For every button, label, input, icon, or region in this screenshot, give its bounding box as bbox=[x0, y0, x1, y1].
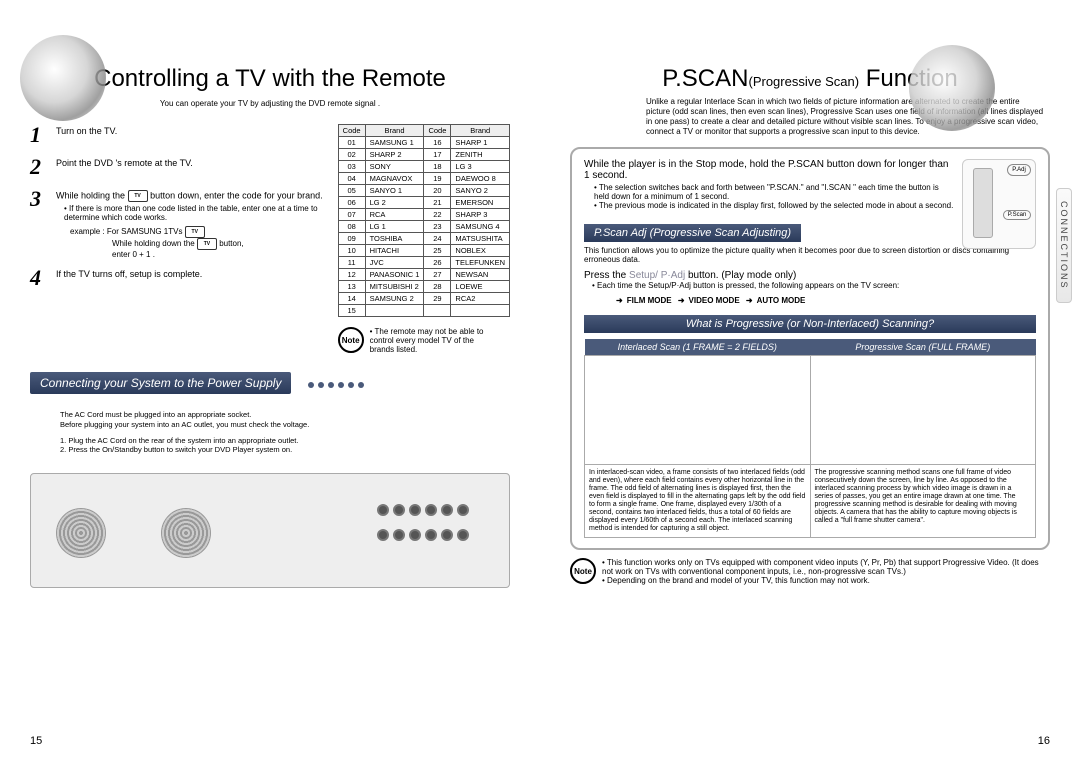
step-text: Turn on the TV. bbox=[56, 122, 326, 148]
power-step-1: 1. Plug the AC Cord on the rear of the s… bbox=[60, 436, 480, 446]
step-number: 1 bbox=[30, 122, 48, 148]
step-text: If the TV turns off, setup is complete. bbox=[56, 265, 326, 291]
step-text: Point the DVD 's remote at the TV. bbox=[56, 154, 326, 180]
interlaced-description: In interlaced-scan video, a frame consis… bbox=[585, 465, 811, 538]
scan-comparison-table: Interlaced Scan (1 FRAME = 2 FIELDS) Pro… bbox=[584, 339, 1036, 538]
table-row: 13MITSUBISHI 228LOEWE bbox=[338, 281, 509, 293]
power-line-b: Before plugging your system into an AC o… bbox=[60, 420, 480, 430]
step-1: 1 Turn on the TV. bbox=[30, 122, 326, 148]
example-label: example : For SAMSUNG 1TVs bbox=[70, 227, 182, 236]
step3-bullet: If there is more than one code listed in… bbox=[64, 204, 326, 222]
mode-sequence: ➜FILM MODE ➜VIDEO MODE ➜AUTO MODE bbox=[612, 296, 1036, 305]
disc-graphic-right bbox=[909, 45, 995, 131]
pscan-adj-header: P.Scan Adj (Progressive Scan Adjusting) bbox=[584, 224, 801, 242]
table-row: 03SONY18LG 3 bbox=[338, 161, 509, 173]
table-row: 10HITACHI25NOBLEX bbox=[338, 245, 509, 257]
note-icon: Note bbox=[338, 327, 364, 353]
table-row: 12PANASONIC 127NEWSAN bbox=[338, 269, 509, 281]
step-2: 2 Point the DVD 's remote at the TV. bbox=[30, 154, 326, 180]
table-header: Brand bbox=[451, 125, 510, 137]
brand-code-table: CodeBrandCodeBrand 01SAMSUNG 116SHARP 10… bbox=[338, 124, 510, 317]
side-tab-connections: CONNECTIONS bbox=[1056, 188, 1072, 303]
step-number: 4 bbox=[30, 265, 48, 291]
disc-graphic-left bbox=[20, 35, 106, 121]
press-b: button. (Play mode only) bbox=[688, 270, 796, 281]
table-header: Code bbox=[424, 125, 451, 137]
table-row: 07RCA22SHARP 3 bbox=[338, 209, 509, 221]
note-icon: Note bbox=[570, 558, 596, 584]
remote-label-pscan: P.Scan bbox=[1003, 210, 1031, 220]
step-3: 3 While holding the TV button down, ente… bbox=[30, 186, 326, 259]
example-suffix: button, bbox=[219, 239, 243, 248]
example-line: While holding down the bbox=[112, 239, 195, 248]
footer-note-2: Depending on the brand and model of your… bbox=[602, 576, 1050, 585]
page-number-left: 15 bbox=[30, 735, 42, 747]
press-sub: Each time the Setup/P·Adj button is pres… bbox=[592, 281, 1036, 290]
right-page: CONNECTIONS P.SCAN(Progressive Scan) Fun… bbox=[540, 0, 1080, 763]
table-header: Brand bbox=[365, 125, 424, 137]
table-row: 01SAMSUNG 116SHARP 1 bbox=[338, 137, 509, 149]
table-header: Code bbox=[338, 125, 365, 137]
step3-text-a: While holding the bbox=[56, 190, 125, 200]
press-button-label: Setup/ P·Adj bbox=[629, 270, 685, 281]
remote-diagram: P.Adj P.Scan bbox=[962, 159, 1036, 249]
progressive-description: The progressive scanning method scans on… bbox=[810, 465, 1036, 538]
tv-power-icon: TV bbox=[197, 238, 217, 250]
hold-bullet-1: The selection switches back and forth be… bbox=[594, 183, 956, 201]
interlaced-header: Interlaced Scan (1 FRAME = 2 FIELDS) bbox=[585, 339, 811, 356]
tv-power-icon: TV bbox=[128, 190, 148, 202]
table-row: 08LG 123SAMSUNG 4 bbox=[338, 221, 509, 233]
power-section-header: Connecting your System to the Power Supp… bbox=[30, 372, 291, 394]
footer-note-1: This function works only on TVs equipped… bbox=[602, 558, 1050, 576]
progressive-illustration bbox=[815, 360, 1032, 460]
tv-icon: TV bbox=[185, 226, 205, 238]
table-row: 05SANYO 120SANYO 2 bbox=[338, 185, 509, 197]
hold-instruction: While the player is in the Stop mode, ho… bbox=[584, 159, 956, 181]
interlaced-illustration bbox=[589, 360, 806, 460]
device-rear-illustration bbox=[30, 473, 510, 588]
power-step-2: 2. Press the On/Standby button to switch… bbox=[60, 445, 480, 455]
table-row: 14SAMSUNG 229RCA2 bbox=[338, 293, 509, 305]
left-page: Controlling a TV with the Remote You can… bbox=[0, 0, 540, 763]
hold-bullet-2: The previous mode is indicated in the di… bbox=[594, 201, 956, 210]
table-row: 04MAGNAVOX19DAEWOO 8 bbox=[338, 173, 509, 185]
decorative-dots bbox=[304, 379, 364, 389]
remote-label-padj: P.Adj bbox=[1007, 164, 1031, 176]
step-4: 4 If the TV turns off, setup is complete… bbox=[30, 265, 326, 291]
whatis-header: What is Progressive (or Non-Interlaced) … bbox=[584, 315, 1036, 333]
step3-text-b: button down, enter the code for your bra… bbox=[150, 190, 323, 200]
press-a: Press the bbox=[584, 270, 626, 281]
pscan-frame: P.Adj P.Scan While the player is in the … bbox=[570, 147, 1050, 550]
table-row: 09TOSHIBA24MATSUSHITA bbox=[338, 233, 509, 245]
table-row: 06LG 221EMERSON bbox=[338, 197, 509, 209]
step-number: 2 bbox=[30, 154, 48, 180]
example-enter: enter 0 + 1 . bbox=[112, 250, 326, 259]
table-row: 02SHARP 217ZENITH bbox=[338, 149, 509, 161]
table-row: 15 bbox=[338, 305, 509, 317]
table-row: 11JVC26TELEFUNKEN bbox=[338, 257, 509, 269]
step-number: 3 bbox=[30, 186, 48, 259]
power-line-a: The AC Cord must be plugged into an appr… bbox=[60, 410, 480, 420]
power-instructions: The AC Cord must be plugged into an appr… bbox=[30, 402, 510, 463]
progressive-header: Progressive Scan (FULL FRAME) bbox=[810, 339, 1036, 356]
left-subtitle: You can operate your TV by adjusting the… bbox=[30, 99, 510, 108]
page-number-right: 16 bbox=[1038, 735, 1050, 747]
note-text: The remote may not be able to control ev… bbox=[370, 327, 484, 354]
